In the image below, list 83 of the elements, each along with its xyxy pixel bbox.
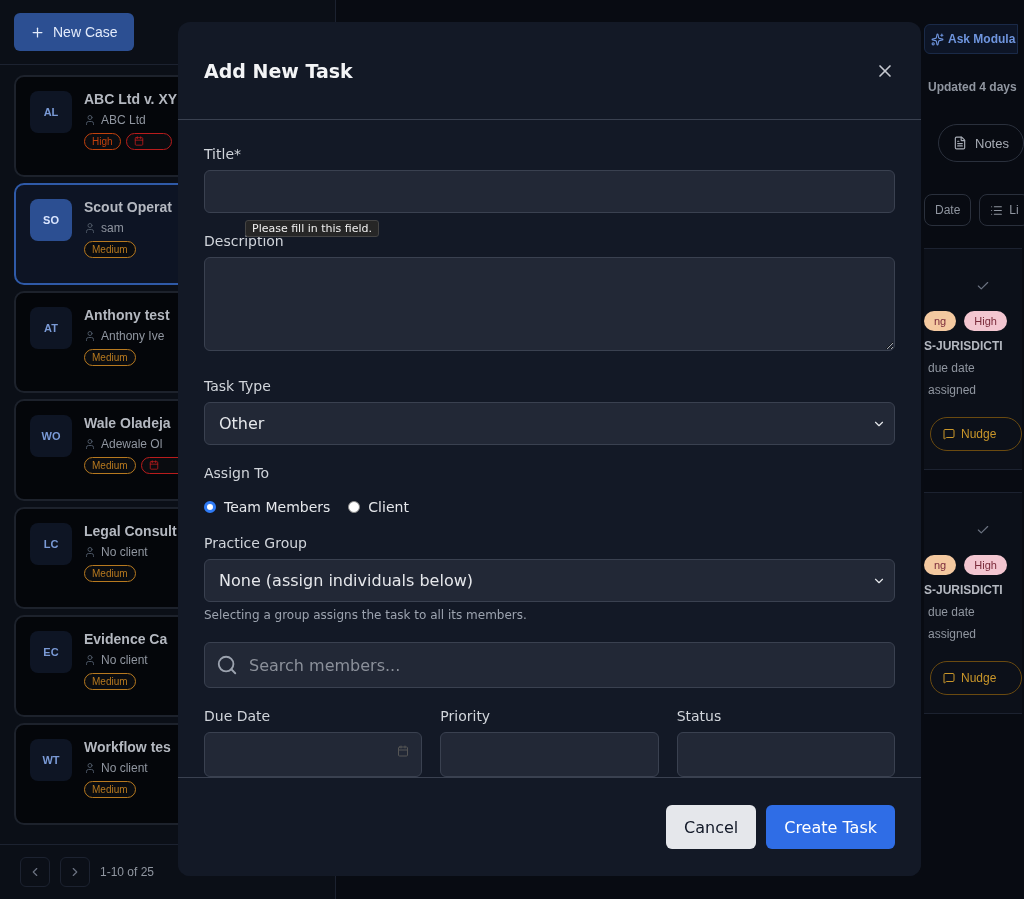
member-search-field[interactable]: Search members... <box>204 642 895 688</box>
select-field[interactable] <box>440 732 659 777</box>
select-field[interactable] <box>676 732 895 777</box>
case-avatar: AL <box>30 91 72 133</box>
field-label: Practice Group <box>204 535 308 552</box>
case-avatar: WO <box>30 415 72 457</box>
person-icon <box>84 114 96 126</box>
validation-tooltip: Please fill in this field. <box>245 220 380 237</box>
date-input[interactable] <box>204 732 423 777</box>
case-avatar: SO <box>30 199 72 241</box>
priority-tag: Medium <box>84 565 136 582</box>
field-label: Assign To <box>204 465 270 482</box>
priority-tag: Medium <box>84 349 136 366</box>
field-label: Status <box>676 708 723 724</box>
calendar-icon <box>133 136 144 146</box>
task-code: S-JURISDICTI <box>924 583 1004 597</box>
case-title: Workflow tes <box>84 739 171 755</box>
chat-icon <box>943 428 955 440</box>
task-detail: assigned <box>928 383 978 397</box>
case-avatar: WT <box>30 739 72 781</box>
case-title: ABC Ltd v. XY <box>84 91 178 107</box>
priority-tag: Medium <box>84 781 136 798</box>
client-name: ABC Ltd <box>101 113 146 127</box>
field-label: Task Type <box>204 378 272 395</box>
case-avatar: LC <box>30 523 72 565</box>
task-code: S-JURISDICTI <box>924 339 1004 353</box>
radio-button[interactable] <box>204 501 216 514</box>
assign-radio-option[interactable]: Client <box>348 499 409 516</box>
priority-tag: Medium <box>84 673 136 690</box>
filter-chip[interactable]: Li <box>979 194 1024 226</box>
updated-text: Updated 4 days <box>928 80 1017 94</box>
task-tag: High <box>964 311 1007 331</box>
case-title: Scout Operat <box>84 199 172 215</box>
create-task-button[interactable]: Create Task <box>766 805 895 849</box>
task-tag: ng <box>924 555 957 575</box>
chat-icon <box>943 672 955 684</box>
new-case-button[interactable]: New Case <box>14 13 134 51</box>
case-title: Anthony test <box>84 307 170 323</box>
previous-page-button[interactable] <box>20 857 50 887</box>
search-icon <box>216 654 238 676</box>
client-name: Adewale Ol <box>101 437 163 451</box>
client-name: sam <box>101 221 124 235</box>
person-icon <box>84 546 96 558</box>
client-name: Anthony Ive <box>101 329 165 343</box>
task-detail: assigned <box>928 627 978 641</box>
case-avatar: AT <box>30 307 72 349</box>
field-label: Title* <box>204 146 242 162</box>
field-label: Priority <box>440 708 492 724</box>
task-detail: due date <box>928 361 976 375</box>
title-input[interactable] <box>204 170 895 213</box>
case-title: Evidence Ca <box>84 631 168 647</box>
client-name: No client <box>101 761 148 775</box>
priority-tag: Medium <box>84 241 136 258</box>
case-title: Legal Consult <box>84 523 177 539</box>
document-icon <box>953 136 967 150</box>
person-icon <box>84 654 96 666</box>
radio-button[interactable] <box>348 501 361 514</box>
person-icon <box>84 762 96 774</box>
case-avatar: EC <box>30 631 72 673</box>
next-page-button[interactable] <box>60 857 90 887</box>
sparkles-icon <box>931 32 944 46</box>
task-type-select[interactable]: Other <box>204 402 895 446</box>
task-tag: ng <box>924 311 957 331</box>
practice-group-select[interactable]: None (assign individuals below) <box>204 559 895 602</box>
filter-chip[interactable]: Date <box>924 194 972 226</box>
task-detail: due date <box>928 605 976 619</box>
task-tag: High <box>964 555 1007 575</box>
case-title: Wale Oladeja <box>84 415 172 431</box>
description-input[interactable] <box>204 256 895 352</box>
priority-tag: Medium <box>84 457 136 474</box>
plus-icon <box>30 24 45 40</box>
calendar-icon <box>397 745 410 757</box>
cancel-button[interactable]: Cancel <box>666 805 757 849</box>
ask-button[interactable]: Ask Modula <box>924 24 1019 54</box>
client-name: No client <box>101 653 148 667</box>
list-icon <box>990 203 1004 217</box>
pagination-count: 1-10 of 25 <box>100 865 155 879</box>
person-icon <box>84 330 96 342</box>
client-name: No client <box>101 545 148 559</box>
person-icon <box>84 222 96 234</box>
calendar-icon <box>148 460 159 470</box>
priority-tag: High <box>84 133 121 150</box>
person-icon <box>84 438 96 450</box>
